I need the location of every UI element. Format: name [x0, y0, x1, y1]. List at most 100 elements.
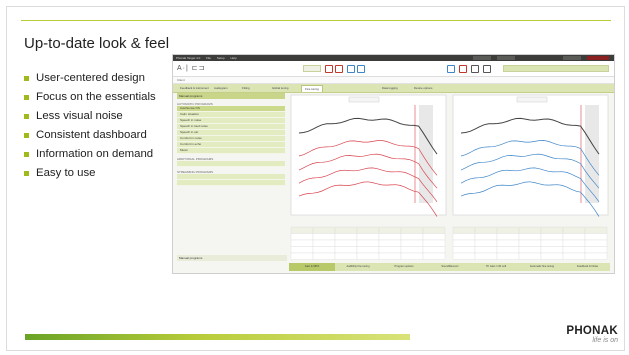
fitting-icon[interactable]: [447, 65, 455, 73]
grid-cell[interactable]: [540, 233, 564, 241]
grid-cell[interactable]: [378, 252, 402, 260]
hearing-aid-left-icon[interactable]: [325, 65, 333, 73]
tab[interactable]: Global tuning: [269, 85, 291, 91]
grid-cell[interactable]: [378, 226, 402, 234]
grid-cell[interactable]: [422, 226, 446, 234]
sidebar-item[interactable]: Music: [177, 148, 285, 154]
grid-cell[interactable]: [356, 246, 380, 254]
grid-cell[interactable]: [290, 239, 314, 247]
settings-icon[interactable]: [483, 65, 491, 73]
grid-cell[interactable]: [540, 252, 564, 260]
grid-cell[interactable]: [400, 252, 424, 260]
grid-cell[interactable]: [400, 233, 424, 241]
grid-cell[interactable]: [584, 239, 608, 247]
grid-cell[interactable]: [540, 226, 564, 234]
right-curve-selector[interactable]: [516, 96, 548, 103]
device-icon[interactable]: [357, 65, 365, 73]
tab[interactable]: Data logging: [379, 85, 401, 91]
tab[interactable]: Feedback & instrument: [177, 85, 212, 91]
sidebar-item[interactable]: [177, 161, 285, 167]
grid-cell[interactable]: [356, 252, 380, 260]
grid-cell[interactable]: [518, 233, 542, 241]
grid-cell[interactable]: [518, 226, 542, 234]
grid-cell[interactable]: [496, 252, 520, 260]
grid-cell[interactable]: [290, 246, 314, 254]
grid-cell[interactable]: [290, 233, 314, 241]
grid-cell[interactable]: [356, 233, 380, 241]
close-icon[interactable]: [587, 56, 609, 60]
grid-cell[interactable]: [452, 226, 476, 234]
tab[interactable]: Audiogram: [211, 85, 231, 91]
grid-cell[interactable]: [290, 226, 314, 234]
grid-cell[interactable]: [474, 246, 498, 254]
bottom-tab[interactable]: Gain & MPO: [289, 263, 335, 271]
grid-cell[interactable]: [518, 246, 542, 254]
grid-cell[interactable]: [400, 246, 424, 254]
hearing-aid-right-icon[interactable]: [335, 65, 343, 73]
grid-cell[interactable]: [334, 252, 358, 260]
grid-cell[interactable]: [452, 239, 476, 247]
menu-item[interactable]: Setup: [217, 56, 225, 60]
grid-cell[interactable]: [518, 239, 542, 247]
grid-cell[interactable]: [562, 239, 586, 247]
left-curve-selector[interactable]: [348, 96, 380, 103]
grid-cell[interactable]: [540, 246, 564, 254]
menu-button[interactable]: [473, 56, 491, 60]
grid-cell[interactable]: [422, 233, 446, 241]
grid-cell[interactable]: [400, 226, 424, 234]
tab[interactable]: Device options: [411, 85, 435, 91]
grid-cell[interactable]: [452, 233, 476, 241]
grid-cell[interactable]: [474, 239, 498, 247]
grid-cell[interactable]: [312, 226, 336, 234]
connect-button[interactable]: [303, 65, 321, 72]
grid-cell[interactable]: [474, 233, 498, 241]
grid-cell[interactable]: [312, 252, 336, 260]
grid-cell[interactable]: [496, 226, 520, 234]
grid-cell[interactable]: [562, 233, 586, 241]
grid-cell[interactable]: [312, 246, 336, 254]
menu-button[interactable]: [563, 56, 581, 60]
sidebar-item[interactable]: [177, 180, 285, 186]
grid-cell[interactable]: [540, 239, 564, 247]
bottom-tab[interactable]: Automatic fine tuning: [519, 263, 565, 271]
grid-cell[interactable]: [584, 246, 608, 254]
menu-button[interactable]: [497, 56, 515, 60]
grid-cell[interactable]: [474, 226, 498, 234]
grid-cell[interactable]: [290, 252, 314, 260]
tab[interactable]: Fitting: [239, 85, 253, 91]
grid-cell[interactable]: [378, 246, 402, 254]
grid-cell[interactable]: [312, 233, 336, 241]
grid-cell[interactable]: [452, 252, 476, 260]
grid-cell[interactable]: [334, 226, 358, 234]
grid-cell[interactable]: [562, 246, 586, 254]
grid-cell[interactable]: [378, 233, 402, 241]
grid-cell[interactable]: [584, 252, 608, 260]
grid-cell[interactable]: [400, 239, 424, 247]
grid-cell[interactable]: [474, 252, 498, 260]
menu-item[interactable]: Phonak Target 4.0: [176, 56, 200, 60]
grid-cell[interactable]: [334, 239, 358, 247]
grid-cell[interactable]: [562, 226, 586, 234]
grid-cell[interactable]: [422, 252, 446, 260]
grid-cell[interactable]: [356, 239, 380, 247]
sidebar-header[interactable]: Manual programs: [177, 93, 285, 99]
sidebar-footer[interactable]: Manual programs: [177, 255, 287, 261]
bottom-tab[interactable]: TK Gain / CR soft: [473, 263, 519, 271]
grid-cell[interactable]: [496, 233, 520, 241]
grid-cell[interactable]: [496, 239, 520, 247]
menu-item[interactable]: Help: [231, 56, 237, 60]
grid-cell[interactable]: [356, 226, 380, 234]
fitting-icon[interactable]: [459, 65, 467, 73]
grid-cell[interactable]: [496, 246, 520, 254]
grid-cell[interactable]: [422, 239, 446, 247]
grid-cell[interactable]: [378, 239, 402, 247]
bottom-tab[interactable]: Audibility fine tuning: [335, 263, 381, 271]
device-icon[interactable]: [347, 65, 355, 73]
bottom-tab[interactable]: SoundRecover: [427, 263, 473, 271]
save-icon[interactable]: [471, 65, 479, 73]
grid-cell[interactable]: [518, 252, 542, 260]
grid-cell[interactable]: [334, 233, 358, 241]
grid-cell[interactable]: [584, 226, 608, 234]
grid-cell[interactable]: [422, 246, 446, 254]
grid-cell[interactable]: [452, 246, 476, 254]
